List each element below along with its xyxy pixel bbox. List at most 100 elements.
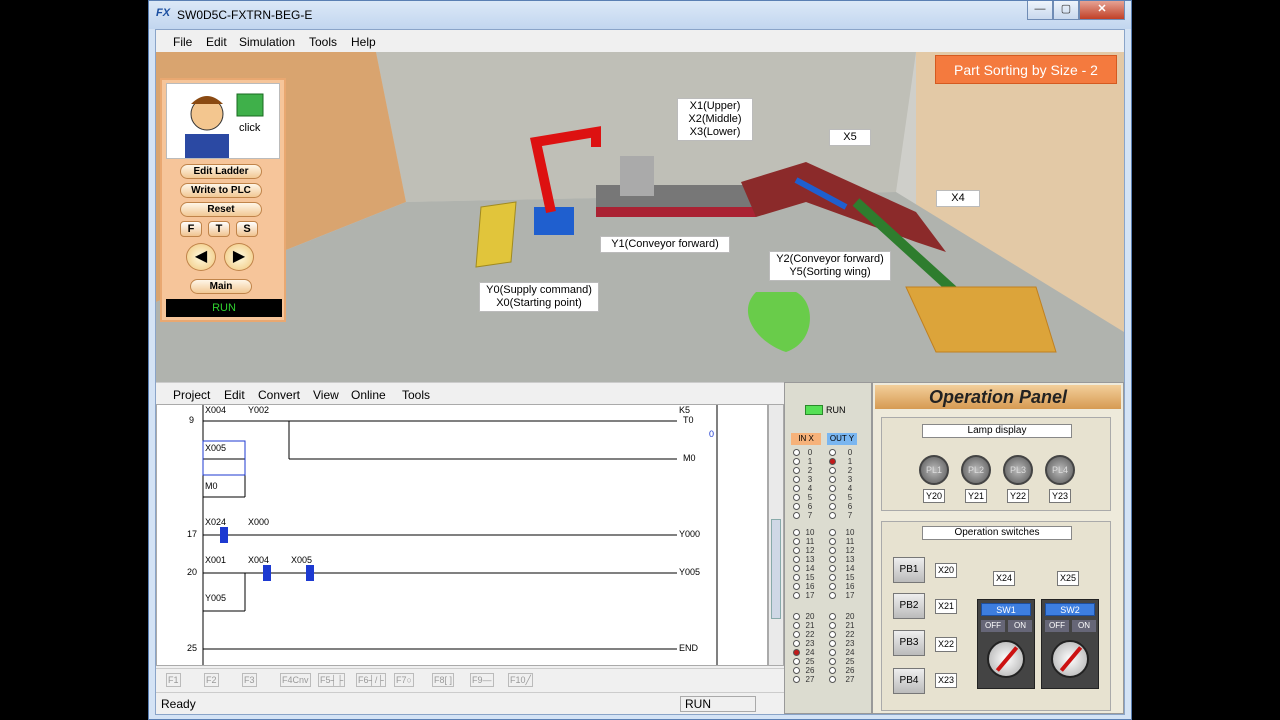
menu-help[interactable]: Help <box>351 35 376 49</box>
output-label-y14: 14 <box>845 564 855 573</box>
instructor-avatar[interactable]: click <box>166 83 280 159</box>
s-button[interactable]: S <box>236 221 258 237</box>
contact-y002[interactable]: Y002 <box>248 405 269 415</box>
pb1-button[interactable]: PB1 <box>893 557 925 583</box>
contact-x005[interactable]: X005 <box>205 443 226 453</box>
output-led-y13 <box>829 556 836 563</box>
f-button[interactable]: F <box>180 221 202 237</box>
output-led-y23 <box>829 640 836 647</box>
menu-online[interactable]: Online <box>351 388 386 402</box>
contact-m0[interactable]: M0 <box>205 481 218 491</box>
sw1-off: OFF <box>981 620 1005 632</box>
coil-y000[interactable]: Y000 <box>679 529 700 539</box>
fkey-f1[interactable]: F1 <box>166 673 181 687</box>
fkey-f8[interactable]: F8[ ] <box>432 673 455 687</box>
menu-convert[interactable]: Convert <box>258 388 300 402</box>
menu-simulation[interactable]: Simulation <box>239 35 295 49</box>
edit-ladder-button[interactable]: Edit Ladder <box>180 164 262 179</box>
output-led-y0 <box>829 449 836 456</box>
output-label-y17: 17 <box>845 591 855 600</box>
sensor-x1-x3-label: X1(Upper) X2(Middle) X3(Lower) <box>677 98 753 141</box>
window-title: SW0D5C-FXTRN-BEG-E <box>177 8 313 22</box>
output-led-y20 <box>829 613 836 620</box>
input-label-x1: 1 <box>807 457 813 466</box>
status-text: Ready <box>161 697 196 711</box>
input-label-x4: 4 <box>807 484 813 493</box>
sw2-switch[interactable]: SW2 OFF ON <box>1041 599 1099 689</box>
input-led-x13 <box>793 556 800 563</box>
lamp-pl2: PL2 <box>961 455 991 485</box>
scene-title: Part Sorting by Size - 2 <box>935 55 1117 84</box>
menu-ladder-tools[interactable]: Tools <box>402 388 430 402</box>
lamp-pl1: PL1 <box>919 455 949 485</box>
menu-tools[interactable]: Tools <box>309 35 337 49</box>
fkey-f10[interactable]: F10╱ <box>508 673 533 687</box>
coil-m0[interactable]: M0 <box>683 453 696 463</box>
sw1-knob-icon[interactable] <box>987 640 1025 678</box>
output-led-y5 <box>829 494 836 501</box>
fkey-f7[interactable]: F7○ <box>394 673 414 687</box>
input-label-x2: 2 <box>807 466 813 475</box>
prev-button[interactable]: ◀ <box>186 243 216 271</box>
fkey-f4[interactable]: F4Cnv <box>280 673 311 687</box>
output-label-y13: 13 <box>845 555 855 564</box>
sw2-knob-icon[interactable] <box>1051 640 1089 678</box>
minimize-button[interactable]: — <box>1027 1 1053 20</box>
scroll-thumb[interactable] <box>771 519 781 619</box>
status-bar: Ready RUN <box>156 692 784 714</box>
menu-file[interactable]: File <box>173 35 192 49</box>
maximize-button[interactable]: ▢ <box>1053 1 1079 20</box>
fkey-f3[interactable]: F3 <box>242 673 257 687</box>
contact-x024[interactable]: X024 <box>205 517 226 527</box>
main-button[interactable]: Main <box>190 279 252 294</box>
menu-ladder-edit[interactable]: Edit <box>224 388 245 402</box>
pb4-x23: X23 <box>935 673 957 688</box>
input-led-x21 <box>793 622 800 629</box>
t-button[interactable]: T <box>208 221 230 237</box>
input-led-x4 <box>793 485 800 492</box>
reset-button[interactable]: Reset <box>180 202 262 217</box>
output-led-y3 <box>829 476 836 483</box>
pb3-button[interactable]: PB3 <box>893 630 925 656</box>
pb4-button[interactable]: PB4 <box>893 668 925 694</box>
pb2-button[interactable]: PB2 <box>893 593 925 619</box>
sw1-switch[interactable]: SW1 OFF ON <box>977 599 1035 689</box>
contact-x001[interactable]: X001 <box>205 555 226 565</box>
sw1-label: SW1 <box>981 603 1031 616</box>
sw2-on: ON <box>1072 620 1096 632</box>
coil-y005[interactable]: Y005 <box>679 567 700 577</box>
x5-label: X5 <box>829 129 871 146</box>
contact-x000[interactable]: X000 <box>248 517 269 527</box>
fkey-f2[interactable]: F2 <box>204 673 219 687</box>
ladder-scrollbar[interactable] <box>768 404 784 666</box>
output-led-y11 <box>829 538 836 545</box>
coil-t0[interactable]: T0 <box>683 415 694 425</box>
menu-edit[interactable]: Edit <box>206 35 227 49</box>
menu-view[interactable]: View <box>313 388 339 402</box>
fkey-f5[interactable]: F5┤├ <box>318 673 346 687</box>
contact-y005[interactable]: Y005 <box>205 593 226 603</box>
write-to-plc-button[interactable]: Write to PLC <box>180 183 262 198</box>
menu-project[interactable]: Project <box>173 388 210 402</box>
fkey-f6[interactable]: F6┤/├ <box>356 673 386 687</box>
title-bar[interactable]: FX SW0D5C-FXTRN-BEG-E — ▢ ✕ <box>149 1 1131 29</box>
function-key-bar: F1 F2 F3 F4Cnv F5┤├ F6┤/├ F7○ F8[ ] F9— … <box>156 668 784 690</box>
output-label-y15: 15 <box>845 573 855 582</box>
next-button[interactable]: ▶ <box>224 243 254 271</box>
contact-x004[interactable]: X004 <box>205 405 226 415</box>
factory-3d-view <box>156 52 1124 382</box>
ladder-diagram[interactable]: 9 X004 Y002 K5 T0 0 X005 M0 M0 17 X024 X… <box>156 404 768 666</box>
in-x-header: IN X <box>791 433 821 445</box>
close-button[interactable]: ✕ <box>1079 1 1125 20</box>
contact-x005-b[interactable]: X005 <box>291 555 312 565</box>
input-label-x3: 3 <box>807 475 813 484</box>
fkey-f9[interactable]: F9— <box>470 673 494 687</box>
contact-x004-b[interactable]: X004 <box>248 555 269 565</box>
input-label-x12: 12 <box>805 546 815 555</box>
input-label-x13: 13 <box>805 555 815 564</box>
output-led-y15 <box>829 574 836 581</box>
output-led-y7 <box>829 512 836 519</box>
sw2-off: OFF <box>1045 620 1069 632</box>
output-led-y10 <box>829 529 836 536</box>
input-led-x0 <box>793 449 800 456</box>
